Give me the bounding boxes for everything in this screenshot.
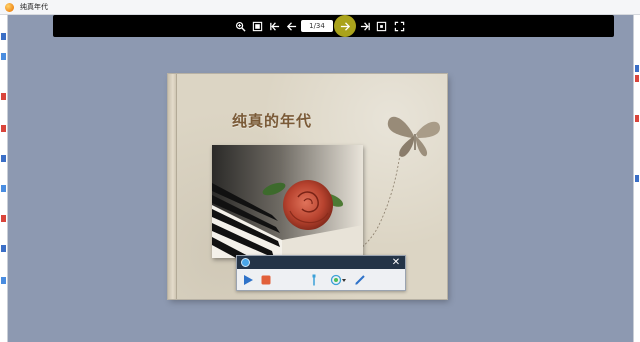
background-icon bbox=[1, 185, 6, 192]
next-page-button[interactable] bbox=[337, 15, 353, 37]
fullscreen-button[interactable] bbox=[391, 15, 407, 37]
previous-page-icon bbox=[286, 21, 296, 31]
pen-tool-icon bbox=[312, 274, 316, 286]
rose-on-piano-image bbox=[212, 145, 363, 258]
background-icon bbox=[1, 277, 6, 284]
background-window-left bbox=[0, 15, 8, 342]
background-icon bbox=[1, 245, 6, 252]
thumbnails-icon bbox=[252, 21, 262, 31]
background-icon bbox=[1, 215, 6, 222]
stop-button[interactable] bbox=[259, 273, 273, 287]
last-page-button[interactable] bbox=[357, 15, 373, 37]
chevron-down-icon bbox=[342, 279, 346, 282]
next-page-icon bbox=[340, 21, 350, 31]
annotation-toolbar: ✕ bbox=[236, 255, 406, 291]
recorder-logo-icon bbox=[241, 258, 250, 267]
window-title: 纯真年代 bbox=[20, 3, 48, 11]
app-icon bbox=[5, 2, 14, 12]
pencil-icon bbox=[355, 275, 365, 285]
annotation-toolbar-header[interactable]: ✕ bbox=[237, 256, 405, 269]
first-page-icon bbox=[269, 21, 279, 31]
background-icon bbox=[1, 93, 6, 100]
background-icon bbox=[1, 155, 6, 162]
background-icon bbox=[1, 125, 6, 132]
background-icon bbox=[1, 53, 6, 60]
previous-page-button[interactable] bbox=[283, 15, 299, 37]
fullscreen-icon bbox=[394, 21, 404, 31]
background-icon bbox=[635, 65, 639, 72]
zoom-in-button[interactable] bbox=[232, 15, 248, 37]
viewer-toolbar: 1/34 bbox=[53, 15, 614, 37]
first-page-button[interactable] bbox=[266, 15, 282, 37]
last-page-icon bbox=[360, 21, 370, 31]
book-title: 纯真的年代 bbox=[232, 112, 313, 130]
background-icon bbox=[635, 115, 639, 122]
book-spine bbox=[168, 74, 177, 299]
background-window-right bbox=[633, 15, 640, 342]
play-button[interactable] bbox=[241, 273, 255, 287]
play-icon bbox=[244, 275, 253, 285]
background-icon bbox=[1, 33, 6, 40]
butterfly-icon bbox=[387, 116, 440, 157]
cover-photo bbox=[212, 145, 363, 258]
page-number-input[interactable]: 1/34 bbox=[301, 20, 333, 32]
background-icon bbox=[635, 75, 639, 82]
pen-tool-button[interactable] bbox=[307, 273, 321, 287]
fit-page-icon bbox=[376, 21, 386, 31]
fit-page-button[interactable] bbox=[373, 15, 389, 37]
background-icon bbox=[635, 175, 639, 182]
pencil-button[interactable] bbox=[353, 273, 367, 287]
window-titlebar: 纯真年代 bbox=[0, 0, 640, 15]
close-button[interactable]: ✕ bbox=[390, 256, 402, 269]
zoom-in-icon bbox=[235, 21, 246, 32]
highlighter-dropdown[interactable] bbox=[341, 273, 347, 287]
thumbnails-button[interactable] bbox=[249, 15, 265, 37]
stop-icon bbox=[261, 275, 271, 285]
